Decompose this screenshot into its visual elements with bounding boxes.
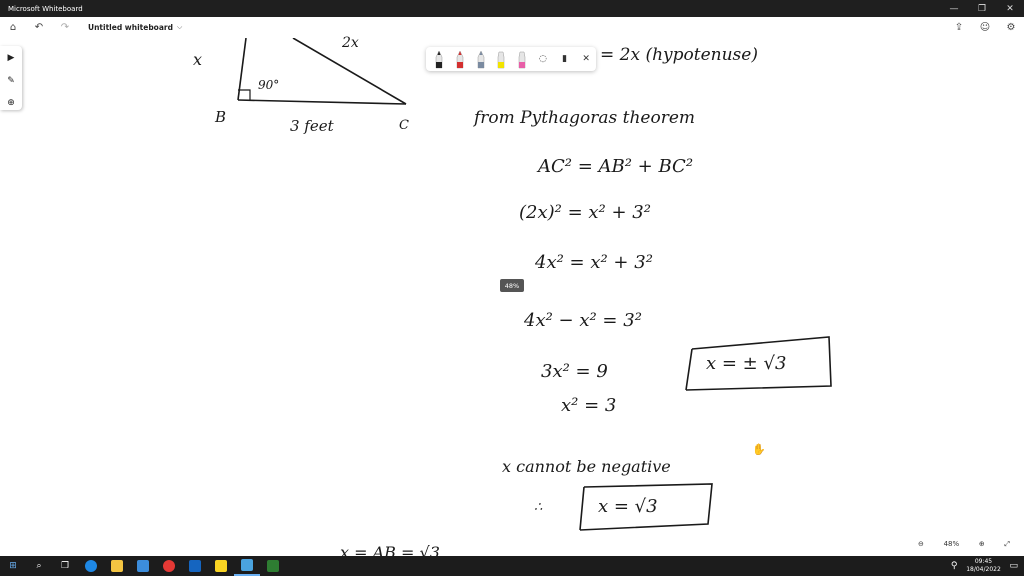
settings-gear-icon[interactable]: ⚙: [998, 17, 1024, 38]
zoom-in-icon[interactable]: ⊕: [979, 540, 985, 548]
whiteboard-canvas[interactable]: x 2x 90° B C 3 feet = 2x (hypotenuse) fr…: [0, 35, 1024, 556]
document-title[interactable]: Untitled whiteboard: [88, 23, 173, 32]
equation-2: (2x)² = x² + 3²: [519, 202, 651, 223]
triangle-leg-ab: [237, 38, 247, 101]
hand-cursor-icon: ✋: [752, 443, 766, 456]
equation-1: AC² = AB² + BC²: [538, 156, 694, 177]
equation-5: 3x² = 9: [541, 361, 608, 382]
gray-pen-icon[interactable]: [471, 49, 490, 69]
zoom-out-icon[interactable]: ⊖: [918, 540, 924, 548]
feedback-icon[interactable]: ☺: [972, 17, 998, 38]
boxed-answer-1: x = ± √3: [706, 353, 787, 374]
ruler-icon[interactable]: ▮: [555, 49, 575, 69]
clock[interactable]: 09:45 18/04/2022: [963, 558, 1003, 574]
restore-button[interactable]: ❐: [968, 0, 996, 17]
chrome-icon[interactable]: [156, 556, 182, 576]
minimize-button[interactable]: —: [940, 0, 968, 17]
close-button[interactable]: ✕: [996, 0, 1024, 17]
pink-highlighter-icon[interactable]: [513, 49, 532, 69]
clock-time: 09:45: [974, 558, 993, 565]
chevron-down-icon[interactable]: ⌵: [177, 23, 182, 32]
red-pen-icon[interactable]: [451, 49, 470, 69]
window-title: Microsoft Whiteboard: [8, 4, 83, 13]
therefore-symbol: ∴: [534, 500, 543, 515]
network-icon[interactable]: ⚲: [945, 561, 964, 571]
home-icon[interactable]: ⌂: [0, 17, 26, 38]
label-2x: 2x: [342, 35, 359, 51]
search-icon[interactable]: ⌕: [26, 556, 52, 576]
task-view-icon[interactable]: ❐: [52, 556, 78, 576]
redo-icon[interactable]: ↷: [52, 17, 78, 38]
green-app-icon[interactable]: [260, 556, 286, 576]
store-icon[interactable]: [130, 556, 156, 576]
boxed-answer-2: x = √3: [598, 496, 658, 517]
label-x: x: [193, 50, 203, 69]
negative-note: x cannot be negative: [502, 457, 671, 476]
equation-3: 4x² = x² + 3²: [535, 252, 653, 273]
app-bar: ⌂ ↶ ↷ Untitled whiteboard ⌵ ⇪ ☺ ⚙: [0, 17, 1024, 38]
notifications-icon[interactable]: ▭: [1003, 561, 1024, 571]
fit-to-screen-icon[interactable]: ⤢: [1004, 540, 1010, 549]
undo-icon[interactable]: ↶: [26, 17, 52, 38]
pythagoras-heading: from Pythagoras theorem: [474, 108, 696, 128]
yellow-highlighter-icon[interactable]: [492, 49, 511, 69]
lasso-select-icon[interactable]: ◌: [533, 49, 553, 69]
label-angle: 90°: [258, 78, 280, 92]
bottom-partial-line: x = AB = √3: [340, 543, 440, 556]
label-b: B: [215, 108, 227, 126]
outlook-icon[interactable]: [182, 556, 208, 576]
hypotenuse-line: = 2x (hypotenuse): [600, 45, 758, 65]
start-windows-icon[interactable]: ⊞: [0, 556, 26, 576]
zoom-controls: ⊖ 48% ⊕ ⤢: [918, 536, 1010, 552]
title-bar: Microsoft Whiteboard — ❐ ✕: [0, 0, 1024, 17]
taskbar: ⊞ ⌕ ❐ ⚲ 09:45 18/04/2022 ▭: [0, 556, 1024, 576]
label-base: 3 feet: [290, 117, 334, 135]
pen-toolbar: ◌ ▮ ✕: [426, 47, 596, 71]
equation-4: 4x² − x² = 3²: [524, 310, 642, 331]
file-explorer-icon[interactable]: [104, 556, 130, 576]
zoom-level: 48%: [943, 540, 960, 548]
share-icon[interactable]: ⇪: [946, 17, 972, 38]
equation-6: x² = 3: [561, 395, 617, 416]
sticky-notes-icon[interactable]: [208, 556, 234, 576]
black-pen-icon[interactable]: [430, 49, 449, 69]
triangle-base-bc: [237, 99, 407, 105]
zoom-tooltip: 48%: [500, 279, 524, 292]
label-c: C: [399, 118, 409, 133]
whiteboard-taskbar-icon[interactable]: [234, 556, 260, 576]
clock-date: 18/04/2022: [966, 566, 1001, 573]
close-icon[interactable]: ✕: [576, 49, 596, 69]
edge-browser-icon[interactable]: [78, 556, 104, 576]
